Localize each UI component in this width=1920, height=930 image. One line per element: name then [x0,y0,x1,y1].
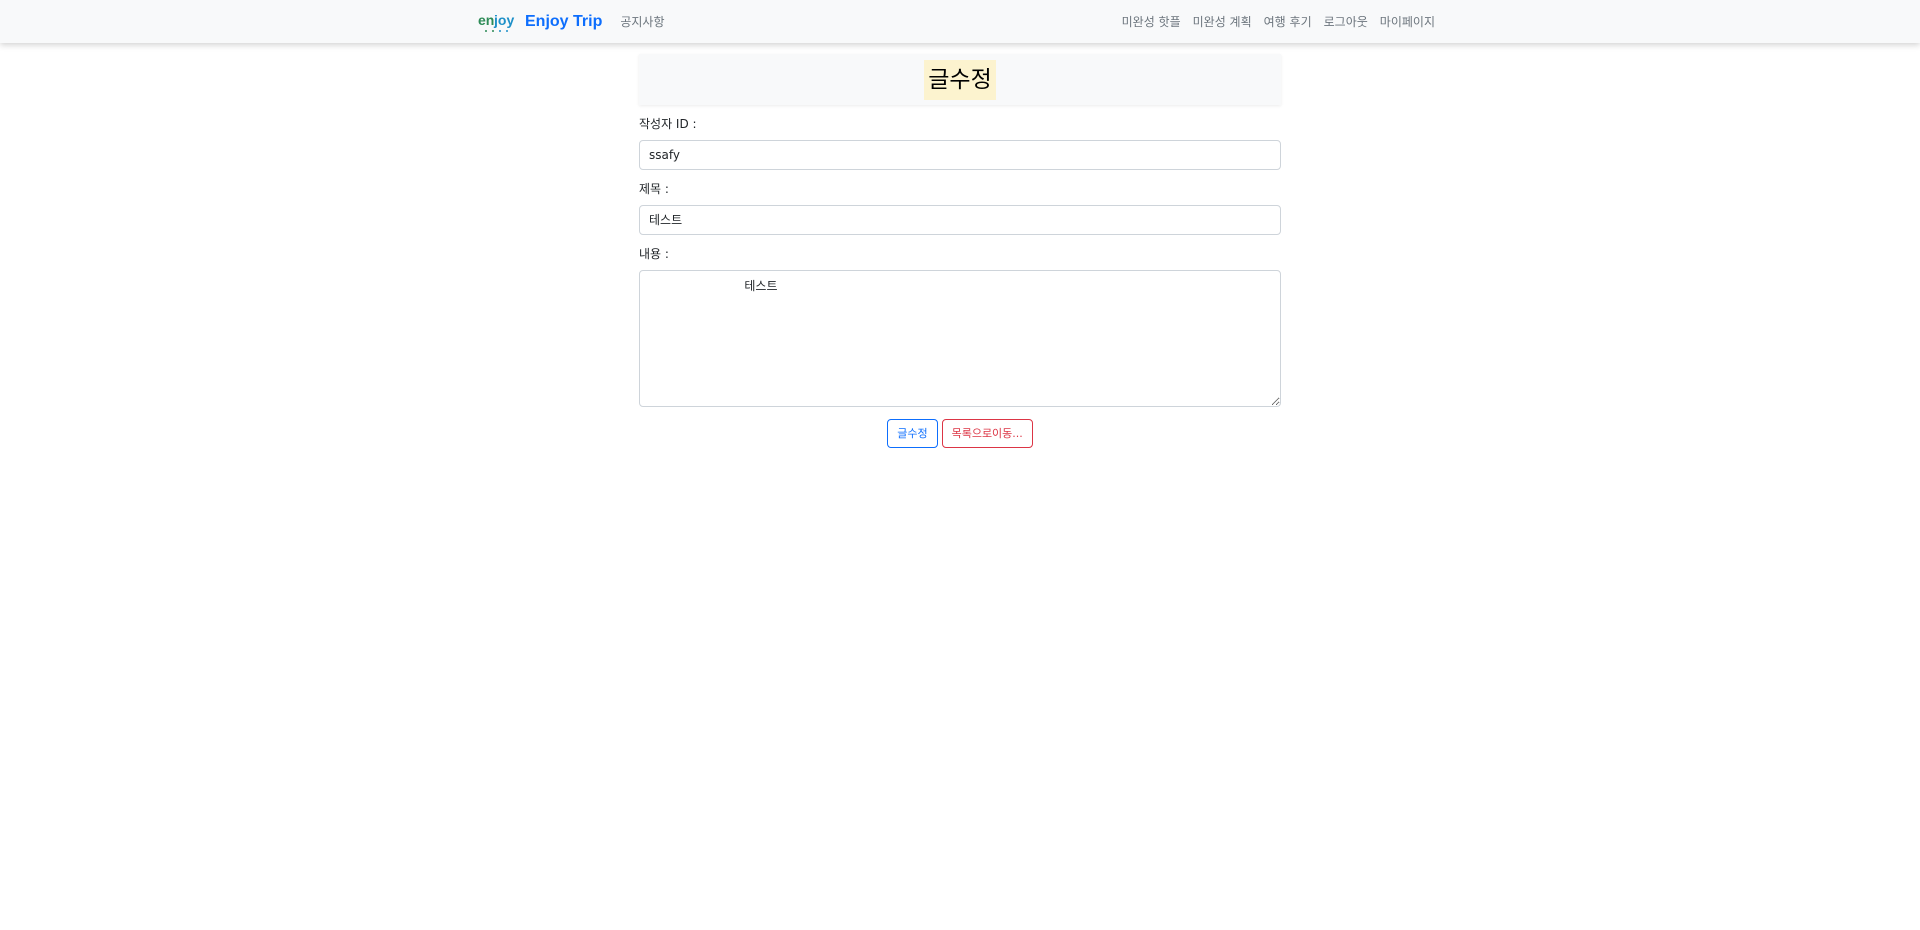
subject-label: 제목 : [639,182,669,196]
navbar-container: en joy Enjoy Trip 공지사항 미완성 핫플 미완성 계획 여행 … [477,0,1435,43]
go-to-list-button[interactable]: 목록으로이동... [941,419,1033,448]
subject-field[interactable]: 테스트 [639,205,1281,235]
nav-link-logout[interactable]: 로그아웃 [1324,13,1368,30]
submit-edit-button[interactable]: 글수정 [887,419,938,448]
nav-right-group: 미완성 핫플 미완성 계획 여행 후기 로그아웃 마이페이지 [1122,13,1435,30]
page-title-bar: 글수정 [639,54,1281,105]
svg-text:joy: joy [493,12,514,28]
nav-link-hotplace[interactable]: 미완성 핫플 [1122,13,1181,30]
nav-link-notice[interactable]: 공지사항 [620,13,664,30]
page-title: 글수정 [924,59,996,100]
nav-link-review[interactable]: 여행 후기 [1264,13,1312,30]
brand-link[interactable]: en joy Enjoy Trip [477,10,602,34]
nav-link-mypage[interactable]: 마이페이지 [1380,13,1435,30]
author-label: 작성자 ID : [639,117,697,131]
top-navbar: en joy Enjoy Trip 공지사항 미완성 핫플 미완성 계획 여행 … [0,0,1920,43]
svg-text:en: en [478,12,494,28]
content-textarea[interactable]: 테스트 [639,270,1281,407]
enjoy-logo-icon: en joy [478,12,514,32]
main-content: 글수정 작성자 ID : ssafy 제목 : 테스트 내용 : 테스트 글수정… [639,54,1281,448]
author-id-field[interactable]: ssafy [639,140,1281,170]
nav-link-plan[interactable]: 미완성 계획 [1193,13,1252,30]
brand-name: Enjoy Trip [525,12,603,30]
content-label: 내용 : [639,247,669,261]
action-buttons: 글수정 목록으로이동... [639,419,1281,448]
